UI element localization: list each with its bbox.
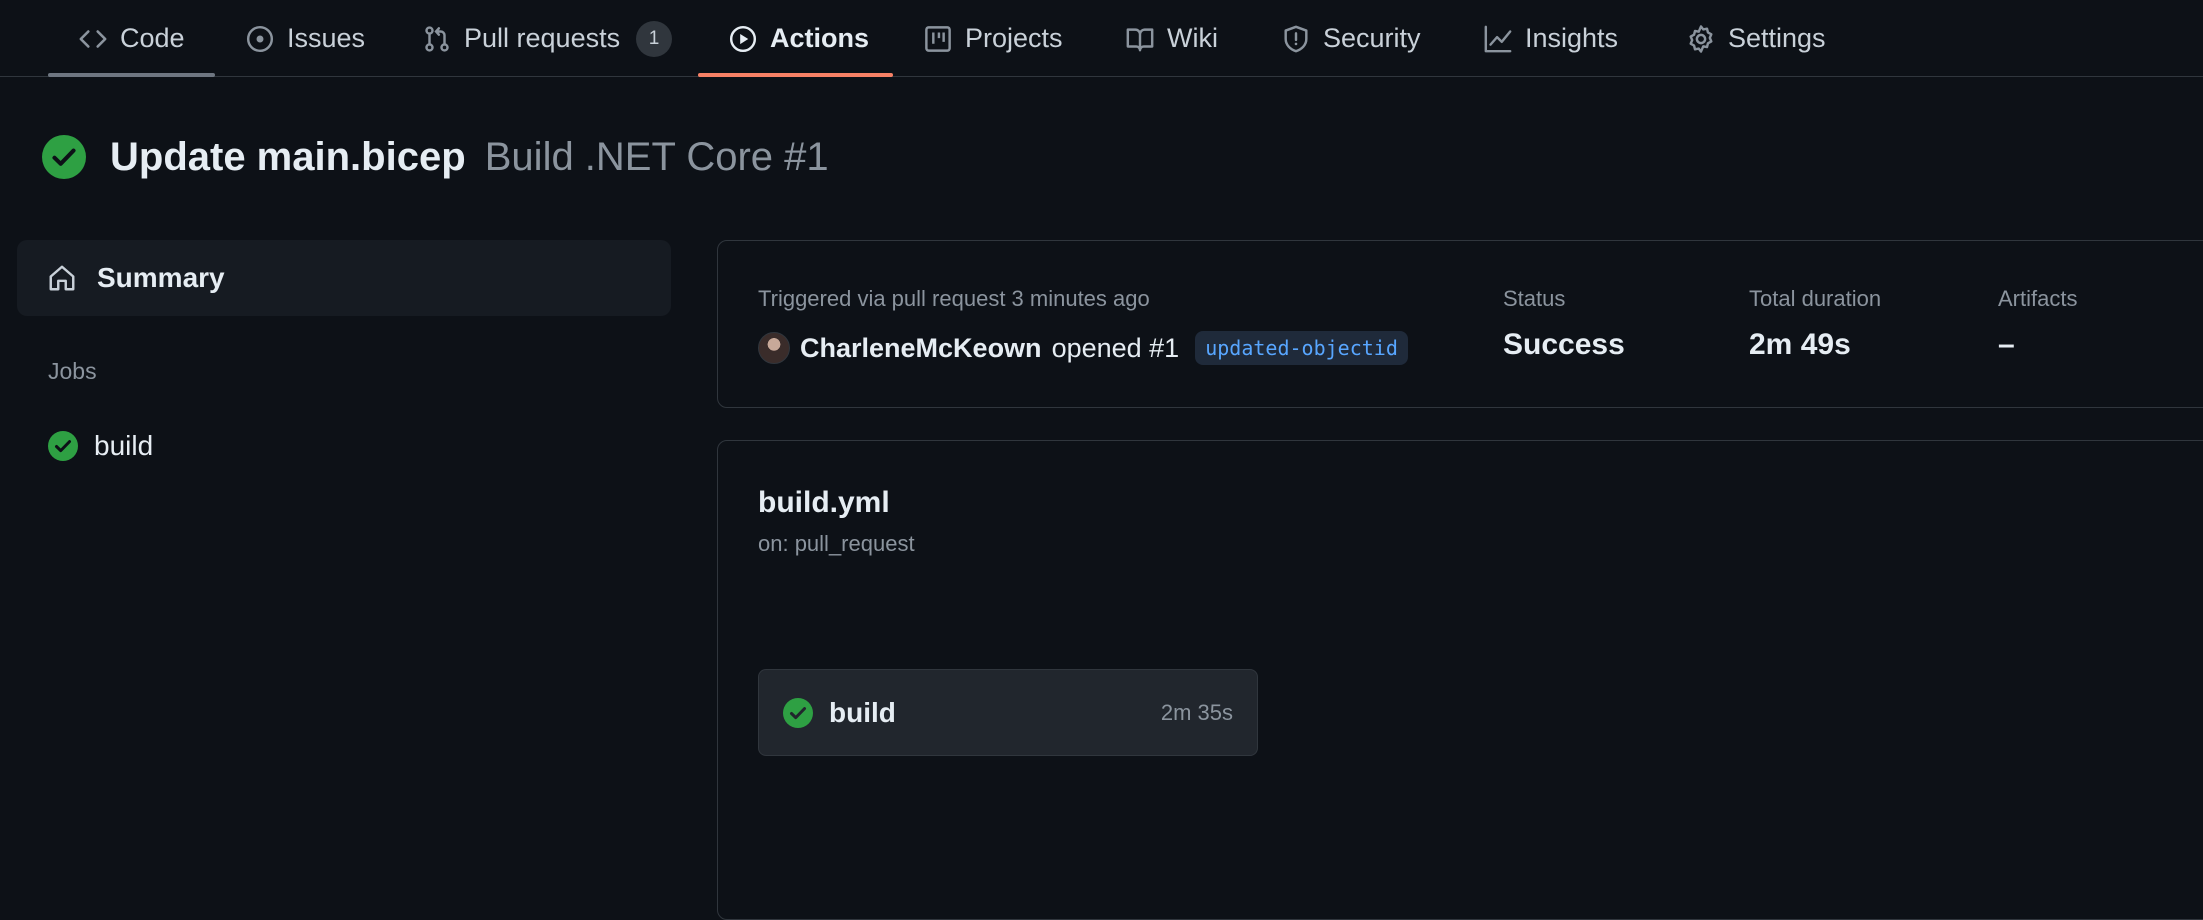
pull-requests-counter: 1 (636, 20, 673, 57)
workflow-graph: build.yml on: pull_request build 2m 35s (717, 440, 2203, 920)
sidebar-job-build[interactable]: build (48, 430, 153, 462)
shield-icon (1281, 24, 1311, 54)
sidebar-item-summary[interactable]: Summary (17, 240, 671, 316)
tab-projects[interactable]: Projects (893, 0, 1093, 77)
sidebar-job-build-label: build (94, 430, 154, 461)
branch-label[interactable]: updated-objectid (1195, 331, 1408, 365)
artifacts-label: Artifacts (1998, 286, 2078, 311)
workflow-file-name: build.yml (758, 486, 890, 519)
tab-settings[interactable]: Settings (1656, 0, 1856, 77)
issue-opened-icon (245, 24, 275, 54)
tab-actions-underline (698, 73, 893, 77)
gear-icon (1686, 24, 1716, 54)
run-summary-box: Triggered via pull request 3 minutes ago… (717, 240, 2203, 408)
check-circle-fill-icon (42, 135, 86, 179)
home-icon (49, 265, 75, 291)
jobs-heading: Jobs (48, 358, 97, 384)
trigger-action: opened #1 (1051, 332, 1180, 363)
book-icon (1125, 24, 1155, 54)
tab-pull-requests[interactable]: Pull requests 1 (392, 0, 702, 77)
code-icon (78, 24, 108, 54)
graph-icon (1483, 24, 1513, 54)
check-circle-fill-icon (783, 697, 813, 728)
tab-wiki[interactable]: Wiki (1095, 0, 1248, 77)
tab-code-label: Code (120, 23, 185, 53)
workflow-run-name: Build .NET Core #1 (484, 134, 829, 179)
play-icon (728, 24, 758, 54)
tab-projects-label: Projects (965, 23, 1063, 53)
status-label: Status (1503, 286, 1566, 311)
status-stat: Status Success (1503, 286, 1625, 362)
tab-wiki-label: Wiki (1167, 23, 1218, 53)
tab-actions[interactable]: Actions (698, 0, 899, 77)
duration-value: 2m 49s (1749, 328, 1851, 361)
tab-code-underline (48, 73, 215, 77)
duration-label: Total duration (1749, 286, 1882, 311)
tab-issues[interactable]: Issues (215, 0, 395, 77)
duration-stat: Total duration 2m 49s (1749, 286, 1881, 362)
status-value: Success (1503, 328, 1625, 361)
tab-security[interactable]: Security (1251, 0, 1451, 77)
tab-actions-label: Actions (770, 23, 870, 53)
run-title: Update main.bicep (110, 134, 466, 179)
git-pull-request-icon (422, 24, 452, 54)
sidebar-item-summary-label: Summary (97, 262, 225, 293)
tab-pull-requests-label: Pull requests (464, 23, 621, 53)
avatar[interactable] (758, 332, 790, 364)
job-card-build[interactable]: build 2m 35s (758, 669, 1258, 756)
tab-settings-label: Settings (1728, 23, 1826, 53)
workflow-trigger: on: pull_request (758, 531, 915, 556)
page-title: Update main.bicep Build .NET Core #1 (110, 135, 829, 180)
tab-issues-label: Issues (287, 23, 366, 53)
trigger-text: Triggered via pull request 3 minutes ago (758, 286, 1150, 311)
artifacts-stat: Artifacts – (1998, 286, 2077, 362)
run-header: Update main.bicep Build .NET Core #1 (42, 130, 829, 184)
table-icon (923, 24, 953, 54)
author-link[interactable]: CharleneMcKeown (800, 333, 1042, 364)
tab-code[interactable]: Code (48, 0, 215, 77)
job-card-duration: 2m 35s (1160, 699, 1233, 725)
artifacts-value: – (1998, 328, 2015, 361)
repo-nav: Code Issues Pull requests 1 Actions Proj… (0, 0, 2203, 77)
check-circle-fill-icon (48, 431, 78, 461)
tab-insights[interactable]: Insights (1453, 0, 1648, 77)
tab-insights-label: Insights (1525, 23, 1619, 53)
tab-security-label: Security (1323, 23, 1421, 53)
job-card-name: build (829, 696, 896, 728)
trigger-details: CharleneMcKeown opened #1 updated-object… (758, 331, 1408, 365)
